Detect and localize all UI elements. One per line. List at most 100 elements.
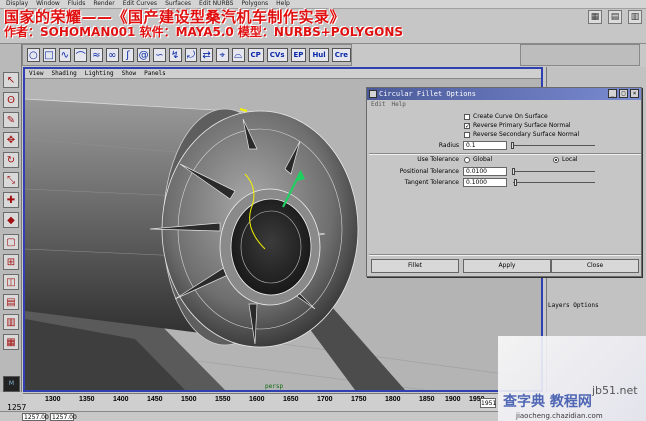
maximize-icon[interactable]: □: [619, 89, 628, 98]
loop-tool-icon[interactable]: ∞: [105, 48, 119, 62]
checkbox-label: Create Curve On Surface: [473, 113, 548, 120]
time-slider[interactable]: 1300 1350 1400 1450 1500 1550 1600 1650 …: [23, 393, 498, 411]
wave-tool-icon[interactable]: ≈: [90, 48, 103, 62]
apply-button[interactable]: Apply: [463, 259, 551, 273]
tangent-tolerance-field[interactable]: 0.1000: [463, 178, 507, 187]
outliner-pane-icon[interactable]: ▤: [3, 294, 19, 310]
fillet-button[interactable]: Fillet: [371, 259, 459, 273]
lasso-icon[interactable]: ʘ: [3, 92, 19, 108]
project-tool-icon[interactable]: ⇄: [200, 48, 213, 62]
watermark-site: jb51.net: [592, 384, 638, 397]
positional-tolerance-label: Positional Tolerance: [399, 168, 459, 175]
four-pane-icon[interactable]: ⊞: [3, 254, 19, 270]
last-tool-icon[interactable]: ◆: [3, 212, 19, 228]
dialog-title: Circular Fillet Options: [379, 90, 476, 98]
square-tool-icon[interactable]: □: [42, 48, 56, 62]
graph-pane-icon[interactable]: ▥: [3, 314, 19, 330]
checkbox-label: Reverse Secondary Surface Normal: [473, 131, 580, 138]
divider: [369, 153, 641, 155]
viewport-menu-lighting[interactable]: Lighting: [85, 69, 114, 78]
radius-field[interactable]: 0.1: [463, 141, 507, 150]
tangent-tolerance-slider[interactable]: [513, 182, 595, 183]
shelf-right-area: [520, 44, 640, 66]
fillet-tool-icon[interactable]: ⌓: [231, 48, 245, 62]
radius-label: Radius: [438, 142, 459, 149]
positional-tolerance-field[interactable]: 0.0100: [463, 167, 507, 176]
positional-tolerance-slider[interactable]: [513, 171, 595, 172]
viewport-menu-panels[interactable]: Panels: [144, 69, 166, 78]
viewport-menu-view[interactable]: View: [29, 69, 43, 78]
positional-slider-handle[interactable]: [512, 168, 515, 175]
single-pane-icon[interactable]: ▢: [3, 234, 19, 250]
range-slider: 1257.00 1257.00: [0, 411, 498, 421]
radio-button[interactable]: [464, 156, 470, 163]
circle-tool-icon[interactable]: ○: [27, 48, 40, 62]
create-curve-checkbox-row[interactable]: Create Curve On Surface: [464, 113, 548, 120]
shelf-cre-button[interactable]: Cre: [331, 48, 352, 62]
shelf-hul-button[interactable]: Hul: [309, 48, 329, 62]
select-arrow-icon[interactable]: ↖: [3, 72, 19, 88]
checkbox-label: Reverse Primary Surface Normal: [473, 122, 571, 129]
reverse-primary-checkbox-row[interactable]: ✓ Reverse Primary Surface Normal: [464, 122, 571, 129]
range-start-field[interactable]: 1257.00: [22, 413, 49, 421]
dialog-menu-edit[interactable]: Edit: [371, 100, 385, 110]
layers-options-label[interactable]: Layers Options: [548, 302, 599, 309]
layout-icon[interactable]: ▤: [608, 10, 622, 24]
shelf-ep-button[interactable]: EP: [290, 48, 307, 62]
radius-slider-handle[interactable]: [511, 142, 514, 149]
radio-label: Local: [562, 156, 578, 163]
two-pane-icon[interactable]: ◫: [3, 274, 19, 290]
toolbox: ↖ ʘ ✎ ✥ ↻ ⤡ ✚ ◆ ▢ ⊞ ◫ ▤ ▥ ▦: [0, 44, 22, 392]
tick-label: 1450: [147, 396, 163, 403]
sine-tool-icon[interactable]: ∽: [153, 48, 166, 62]
radius-slider[interactable]: [513, 145, 595, 146]
bezier-tool-icon[interactable]: ʃ: [121, 48, 135, 62]
dialog-titlebar[interactable]: Circular Fillet Options _ □ ×: [367, 88, 641, 100]
manipulator-icon[interactable]: ✚: [3, 192, 19, 208]
checkbox[interactable]: [464, 131, 470, 138]
range-end-field[interactable]: 1257.00: [50, 413, 77, 421]
scale-icon[interactable]: ⤡: [3, 172, 19, 188]
reverse-secondary-checkbox-row[interactable]: Reverse Secondary Surface Normal: [464, 131, 579, 138]
tick-label: 1400: [113, 396, 129, 403]
radio-label: Global: [473, 156, 493, 163]
checkbox[interactable]: [464, 113, 470, 120]
radio-button[interactable]: [553, 156, 559, 163]
minimize-icon[interactable]: _: [608, 89, 617, 98]
close-button[interactable]: Close: [551, 259, 639, 273]
snap-tool-icon[interactable]: ⌖: [216, 48, 229, 62]
tick-label: 1300: [45, 396, 61, 403]
use-tolerance-label: Use Tolerance: [417, 156, 459, 163]
watermark-url: jiaocheng.chazidian.com: [516, 412, 603, 420]
current-frame-field[interactable]: 1951: [480, 398, 496, 408]
divider: [369, 254, 641, 256]
grid-icon[interactable]: ▦: [588, 10, 602, 24]
spiral-tool-icon[interactable]: @: [137, 48, 150, 62]
local-radio[interactable]: Local: [553, 156, 578, 163]
close-icon[interactable]: ×: [630, 89, 639, 98]
tangent-slider-handle[interactable]: [514, 179, 517, 186]
tick-label: 1550: [215, 396, 231, 403]
bend-tool-icon[interactable]: ↯: [168, 48, 182, 62]
outliner-icon[interactable]: ▥: [628, 10, 642, 24]
rotate-icon[interactable]: ↻: [3, 152, 19, 168]
shelf-cvs-button[interactable]: CVs: [266, 48, 288, 62]
arc-tool-icon[interactable]: ⌒: [74, 48, 87, 63]
dialog-menu-help[interactable]: Help: [391, 100, 405, 110]
camera-label: persp: [265, 383, 284, 390]
viewport-menu-show[interactable]: Show: [122, 69, 136, 78]
watermark-brand: 查字典 教程网: [503, 394, 592, 410]
shelf-cp-button[interactable]: CP: [247, 48, 264, 62]
paint-select-icon[interactable]: ✎: [3, 112, 19, 128]
overlay-credit: 作者：SOHOMAN001 软件：MAYA5.0 模型：NURBS+POLYGO…: [4, 25, 404, 39]
twist-tool-icon[interactable]: ⤾: [184, 48, 198, 62]
move-icon[interactable]: ✥: [3, 132, 19, 148]
tick-label: 1800: [385, 396, 401, 403]
hypershade-pane-icon[interactable]: ▦: [3, 334, 19, 350]
hub-inner: [230, 198, 312, 296]
curve-tool-icon[interactable]: ∿: [58, 48, 72, 62]
viewport-menu-shading[interactable]: Shading: [51, 69, 76, 78]
global-radio[interactable]: Global: [464, 156, 492, 163]
tick-label: 1850: [419, 396, 435, 403]
checkbox[interactable]: ✓: [464, 122, 470, 129]
